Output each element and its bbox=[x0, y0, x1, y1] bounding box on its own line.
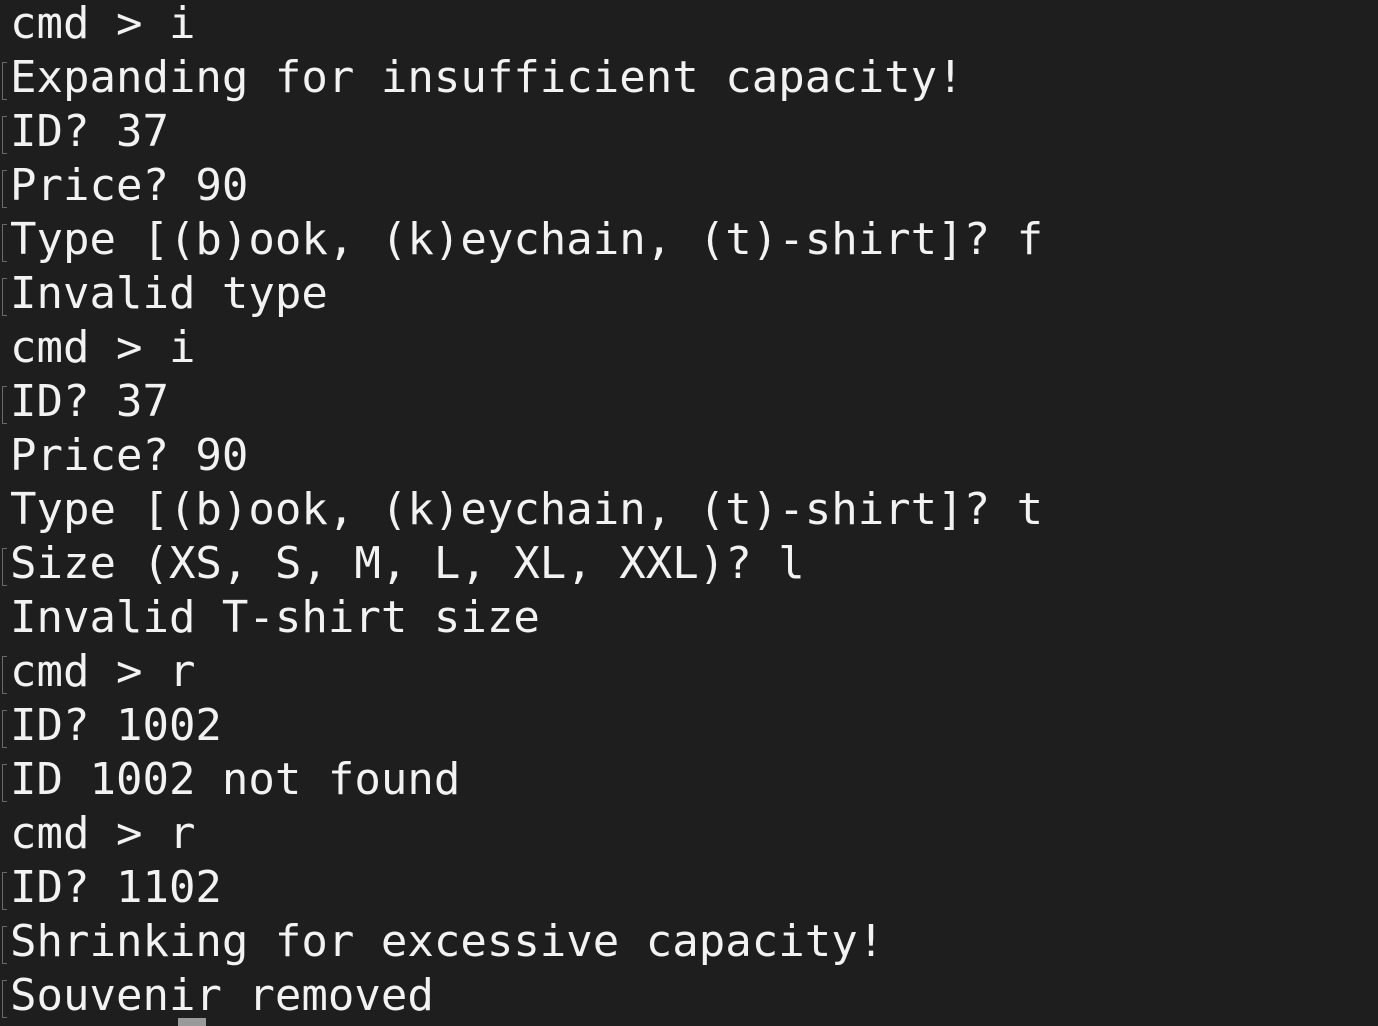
terminal-window[interactable]: cmd > i Expanding for insufficient capac… bbox=[0, 0, 1378, 1026]
terminal-line-2: Expanding for insufficient capacity! bbox=[0, 52, 1378, 108]
terminal-line-text: ID 1002 not found bbox=[10, 754, 461, 805]
terminal-line-11: Size (XS, S, M, L, XL, XXL)? l bbox=[0, 538, 1378, 594]
terminal-line-1: cmd > i bbox=[0, 0, 1378, 54]
terminal-line-text: ID? 1002 bbox=[10, 700, 222, 751]
text-cursor bbox=[178, 1018, 206, 1026]
terminal-line-10: Type [(b)ook, (k)eychain, (t)-shirt]? t bbox=[0, 484, 1378, 540]
terminal-line-text: ID? 37 bbox=[10, 106, 169, 157]
line-mark-icon bbox=[2, 224, 7, 262]
terminal-line-text: Type [(b)ook, (k)eychain, (t)-shirt]? f bbox=[10, 214, 1044, 265]
terminal-line-text: cmd > i bbox=[10, 322, 196, 373]
terminal-line-3: ID? 37 bbox=[0, 106, 1378, 162]
terminal-line-text: Size (XS, S, M, L, XL, XXL)? l bbox=[10, 538, 805, 589]
terminal-line-text: Shrinking for excessive capacity! bbox=[10, 916, 885, 967]
terminal-line-14: ID? 1002 bbox=[0, 700, 1378, 756]
terminal-line-text: cmd > r bbox=[10, 646, 196, 697]
line-mark-icon bbox=[2, 278, 7, 316]
terminal-line-8: ID? 37 bbox=[0, 376, 1378, 432]
terminal-line-4: Price? 90 bbox=[0, 160, 1378, 216]
terminal-line-12: Invalid T-shirt size bbox=[0, 592, 1378, 648]
terminal-line-6: Invalid type bbox=[0, 268, 1378, 324]
line-mark-icon bbox=[2, 386, 7, 424]
terminal-line-17: ID? 1102 bbox=[0, 862, 1378, 918]
line-mark-icon bbox=[2, 764, 7, 802]
line-mark-icon bbox=[2, 656, 7, 694]
line-mark-icon bbox=[2, 116, 7, 154]
line-mark-icon bbox=[2, 170, 7, 208]
line-mark-icon bbox=[2, 548, 7, 586]
terminal-line-16: cmd > r bbox=[0, 808, 1378, 864]
terminal-line-13: cmd > r bbox=[0, 646, 1378, 702]
terminal-line-text: Invalid type bbox=[10, 268, 328, 319]
terminal-line-text: Price? 90 bbox=[10, 430, 249, 481]
terminal-line-text: ID? 37 bbox=[10, 376, 169, 427]
line-mark-icon bbox=[2, 980, 7, 1018]
terminal-line-19: Souvenir removed bbox=[0, 970, 1378, 1026]
line-mark-icon bbox=[2, 710, 7, 748]
line-mark-icon bbox=[2, 872, 7, 910]
terminal-line-15: ID 1002 not found bbox=[0, 754, 1378, 810]
line-mark-icon bbox=[2, 926, 7, 964]
terminal-line-text: Souvenir removed bbox=[10, 970, 434, 1021]
terminal-line-text: cmd > i bbox=[10, 0, 196, 49]
terminal-line-5: Type [(b)ook, (k)eychain, (t)-shirt]? f bbox=[0, 214, 1378, 270]
terminal-line-text: Invalid T-shirt size bbox=[10, 592, 540, 643]
terminal-line-18: Shrinking for excessive capacity! bbox=[0, 916, 1378, 972]
terminal-line-9: Price? 90 bbox=[0, 430, 1378, 486]
terminal-line-7: cmd > i bbox=[0, 322, 1378, 378]
terminal-line-text: Type [(b)ook, (k)eychain, (t)-shirt]? t bbox=[10, 484, 1044, 535]
terminal-line-text: ID? 1102 bbox=[10, 862, 222, 913]
terminal-line-text: Expanding for insufficient capacity! bbox=[10, 52, 964, 103]
terminal-line-text: cmd > r bbox=[10, 808, 196, 859]
line-mark-icon bbox=[2, 62, 7, 100]
terminal-line-text: Price? 90 bbox=[10, 160, 249, 211]
